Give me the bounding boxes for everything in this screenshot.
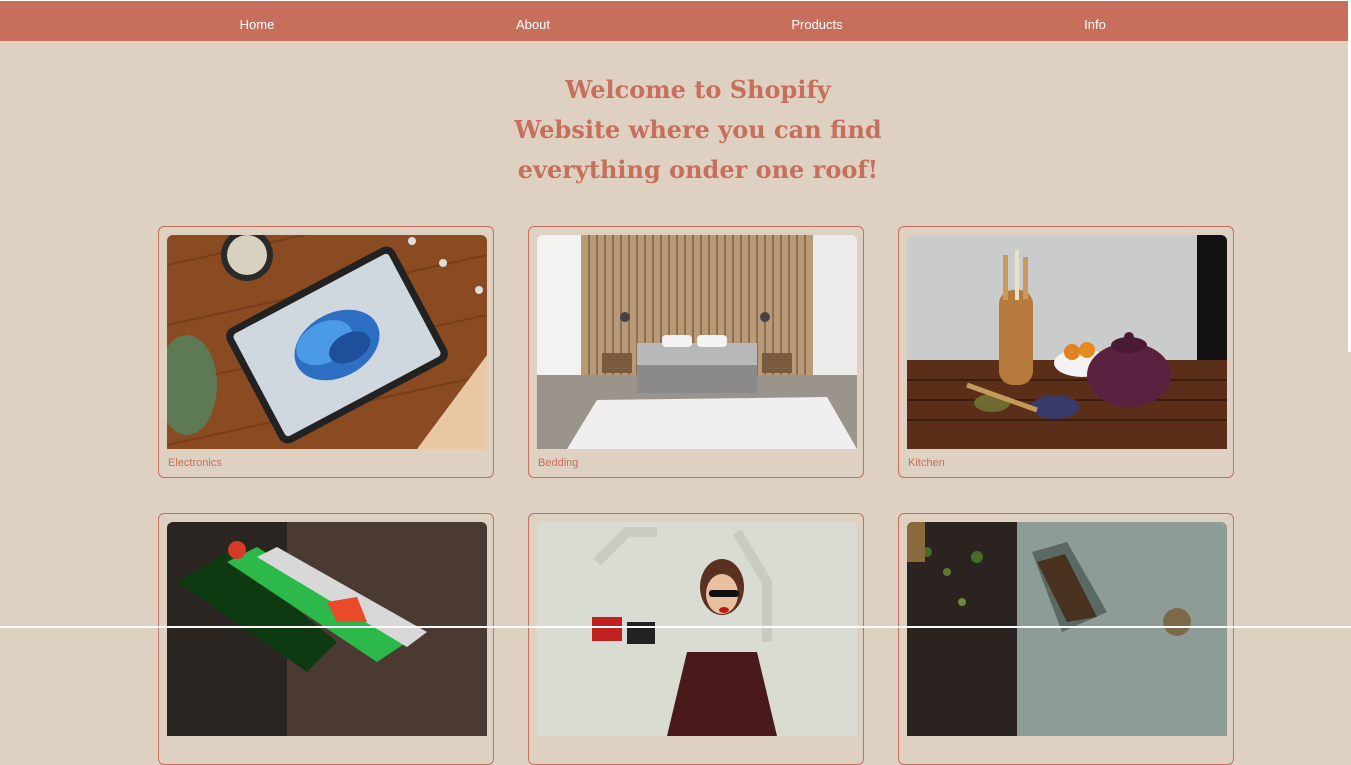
category-card-kitchen[interactable]: Kitchen — [898, 226, 1234, 478]
category-label[interactable]: Kitchen — [908, 457, 945, 469]
hero-line: Website where you can find — [514, 115, 882, 144]
gardening-soil-photo[interactable] — [907, 522, 1227, 736]
top-navbar: Home About Products Info — [0, 1, 1348, 41]
category-card[interactable] — [158, 513, 494, 765]
nav-link-info[interactable]: Info — [1084, 1, 1106, 41]
category-card-bedding[interactable]: Bedding — [528, 226, 864, 478]
sports-gear-photo[interactable] — [167, 522, 487, 736]
nav-link-about[interactable]: About — [516, 1, 550, 41]
category-card[interactable] — [898, 513, 1234, 765]
teapot-photo[interactable] — [907, 235, 1227, 449]
hero-heading: Welcome to Shopify Website where you can… — [0, 70, 1351, 190]
bedroom-photo[interactable] — [537, 235, 857, 449]
nav-link-home[interactable]: Home — [240, 1, 275, 41]
category-label[interactable]: Bedding — [538, 457, 578, 469]
hero-line: Welcome to Shopify — [565, 75, 831, 104]
hero-line: everything onder one roof! — [517, 155, 879, 184]
nav-link-products[interactable]: Products — [791, 1, 842, 41]
fashion-shopping-photo[interactable] — [537, 522, 857, 736]
tablet-on-desk-photo[interactable] — [167, 235, 487, 449]
category-card-electronics[interactable]: Electronics — [158, 226, 494, 478]
category-label[interactable]: Electronics — [168, 457, 222, 469]
category-card[interactable] — [528, 513, 864, 765]
